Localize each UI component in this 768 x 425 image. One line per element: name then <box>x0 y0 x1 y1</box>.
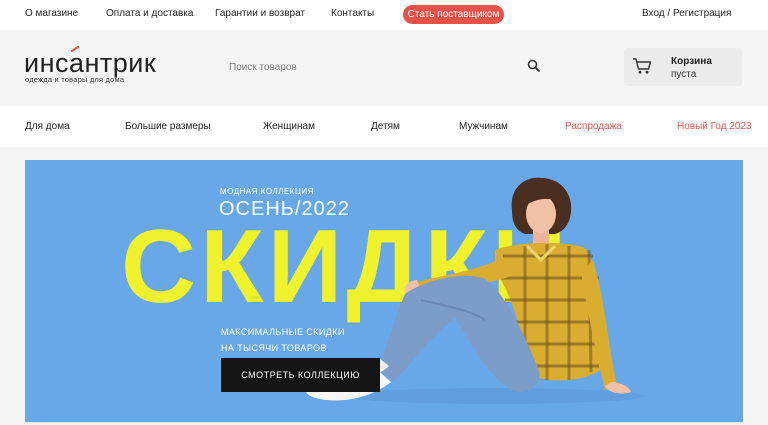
category-kids[interactable]: Детям <box>371 121 400 132</box>
banner-subtitle-line2: НА ТЫСЯЧИ ТОВАРОВ <box>221 343 327 353</box>
cart-title: Корзина <box>671 56 712 67</box>
logo-accent-icon <box>70 45 80 53</box>
banner-subtitle: МАКСИМАЛЬНЫЕ СКИДКИ НА ТЫСЯЧИ ТОВАРОВ <box>221 324 345 356</box>
search-bar <box>220 50 550 84</box>
banner-subtitle-line1: МАКСИМАЛЬНЫЕ СКИДКИ <box>221 327 345 337</box>
category-nav: Для дома Большие размеры Женщинам Детям … <box>0 106 768 147</box>
promo-banner[interactable]: МОДНАЯ КОЛЛЕКЦИЯ ОСЕНЬ/2022 СКИДКИ МАКСИ… <box>25 160 743 422</box>
become-supplier-button[interactable]: Стать поставщиком <box>403 5 504 24</box>
link-contacts[interactable]: Контакты <box>331 8 374 19</box>
site-header: инсантрик одежда и товары для дома Корзи… <box>0 30 768 106</box>
view-collection-button[interactable]: СМОТРЕТЬ КОЛЛЕКЦИЮ <box>221 358 380 392</box>
logo-tagline: одежда и товары для дома <box>25 75 125 84</box>
link-guarantee-return[interactable]: Гарантии и возврат <box>215 8 305 19</box>
cart-icon <box>632 57 652 75</box>
category-new-year[interactable]: Новый Год 2023 <box>677 121 752 132</box>
cart-status: пуста <box>671 69 697 80</box>
search-icon[interactable] <box>527 59 543 75</box>
category-plus-size[interactable]: Большие размеры <box>125 121 211 132</box>
logo-accent-mark <box>70 45 80 53</box>
category-men[interactable]: Мужчинам <box>459 121 508 132</box>
logo-wordmark: инсантрик <box>24 48 157 78</box>
logo[interactable]: инсантрик одежда и товары для дома <box>24 45 184 88</box>
category-home[interactable]: Для дома <box>25 121 70 132</box>
search-input[interactable] <box>220 50 520 84</box>
model-photo <box>305 177 645 404</box>
link-about-store[interactable]: О магазине <box>25 8 78 19</box>
category-sale[interactable]: Распродажа <box>565 121 622 132</box>
top-utility-bar: О магазине Оплата и доставка Гарантии и … <box>0 0 768 30</box>
category-women[interactable]: Женщинам <box>263 121 315 132</box>
cart-button[interactable]: Корзина пуста <box>624 48 742 86</box>
link-payment-delivery[interactable]: Оплата и доставка <box>106 8 193 19</box>
login-register-link[interactable]: Вход / Регистрация <box>642 8 731 19</box>
